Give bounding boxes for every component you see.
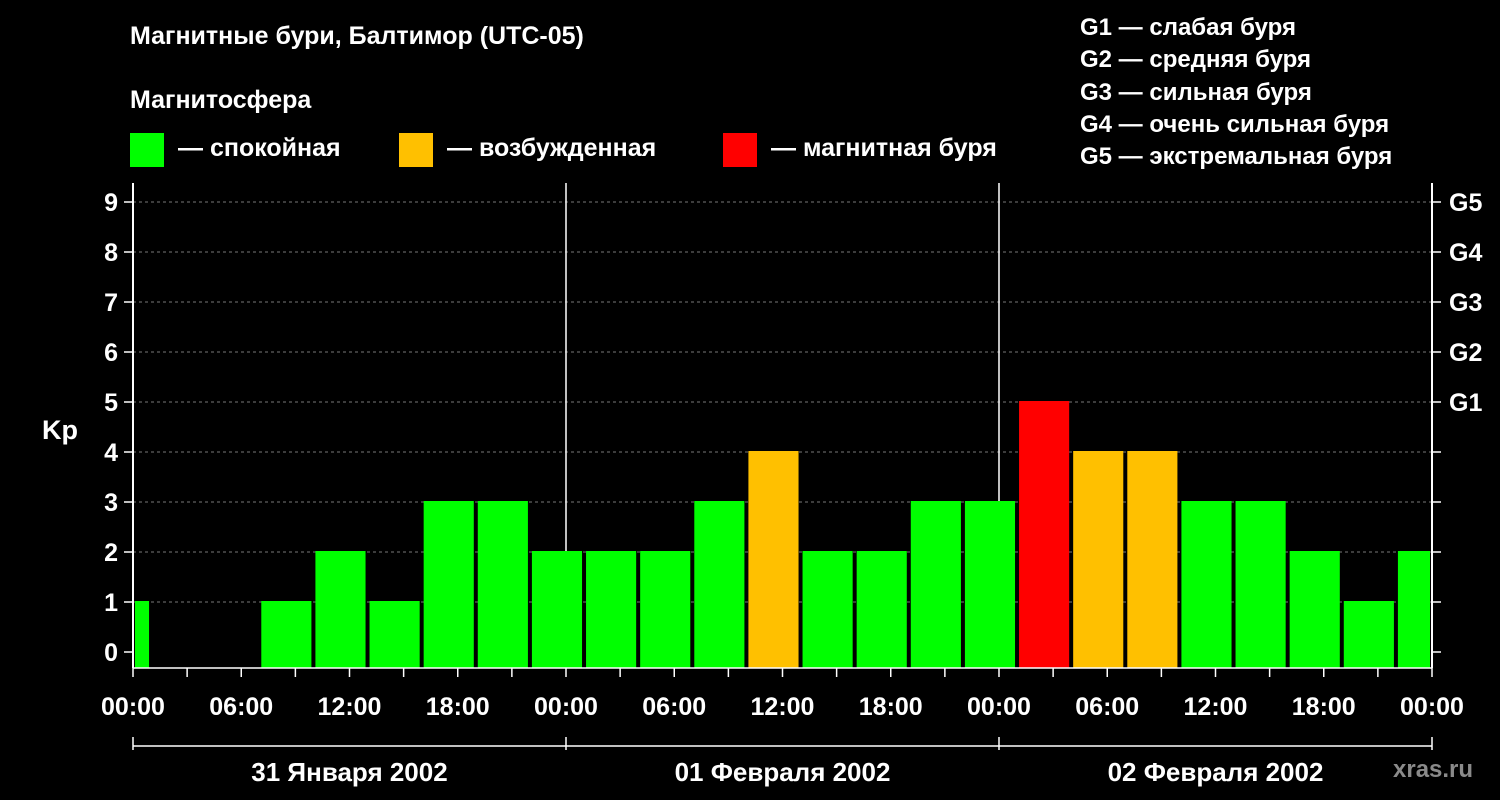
kp-bar xyxy=(477,501,528,668)
kp-bar xyxy=(1127,451,1178,668)
y-tick-label: 7 xyxy=(104,289,118,317)
date-label: 02 Февраля 2002 xyxy=(1108,757,1324,787)
kp-bar xyxy=(1181,501,1232,668)
kp-bar xyxy=(964,501,1016,668)
kp-bar xyxy=(1019,401,1070,668)
x-tick-label: 18:00 xyxy=(1292,693,1356,721)
g-level-label: G1 xyxy=(1449,389,1482,417)
kp-bar xyxy=(910,501,961,668)
watermark: xras.ru xyxy=(1393,756,1474,783)
y-tick-label: 0 xyxy=(104,639,118,667)
kp-bar xyxy=(640,551,691,668)
kp-bar xyxy=(369,601,420,668)
x-tick-label: 00:00 xyxy=(101,693,165,721)
kp-bar xyxy=(1397,551,1430,668)
date-label: 31 Января 2002 xyxy=(251,757,447,787)
g-level-label: G2 xyxy=(1449,339,1482,367)
kp-bar xyxy=(856,551,907,668)
x-tick-label: 00:00 xyxy=(534,693,598,721)
y-tick-label: 2 xyxy=(104,539,118,567)
kp-bar xyxy=(748,451,799,668)
date-label: 01 Февраля 2002 xyxy=(675,757,891,787)
kp-bar xyxy=(802,551,853,668)
kp-bar xyxy=(423,501,474,668)
y-tick-label: 8 xyxy=(104,239,118,267)
kp-bar xyxy=(261,601,312,668)
kp-bar xyxy=(1235,501,1286,668)
x-tick-label: 00:00 xyxy=(967,693,1031,721)
x-tick-label: 12:00 xyxy=(318,693,382,721)
x-tick-label: 18:00 xyxy=(859,693,923,721)
y-tick-label: 3 xyxy=(104,489,118,517)
y-tick-label: 5 xyxy=(104,389,118,417)
kp-bar xyxy=(694,501,745,668)
kp-bar xyxy=(135,601,150,668)
y-tick-label: 6 xyxy=(104,339,118,367)
kp-chart: 0 1 2 3 4 5 6 7 8 9 G1 G2 G3 G4 G5 Kp 00:00 06:00 12:00 18:… xyxy=(42,183,1482,787)
x-tick-label: 18:00 xyxy=(426,693,490,721)
x-tick-label: 06:00 xyxy=(209,693,273,721)
x-tick-label: 12:00 xyxy=(751,693,815,721)
g-level-label: G3 xyxy=(1449,289,1482,317)
kp-bar xyxy=(1289,551,1340,668)
y-tick-label: 9 xyxy=(104,189,118,217)
kp-bar xyxy=(1073,451,1124,668)
kp-bar xyxy=(315,551,366,668)
kp-bar xyxy=(531,551,583,668)
y-tick-label: 4 xyxy=(104,439,118,467)
x-tick-label: 12:00 xyxy=(1184,693,1248,721)
kp-bar xyxy=(1343,601,1394,668)
x-tick-label: 06:00 xyxy=(1075,693,1139,721)
g-level-label: G4 xyxy=(1449,239,1482,267)
x-tick-label: 06:00 xyxy=(642,693,706,721)
x-tick-label: 00:00 xyxy=(1400,693,1464,721)
g-level-label: G5 xyxy=(1449,189,1482,217)
kp-bar xyxy=(586,551,637,668)
y-tick-label: 1 xyxy=(104,589,118,617)
y-axis-label: Kp xyxy=(42,415,78,445)
